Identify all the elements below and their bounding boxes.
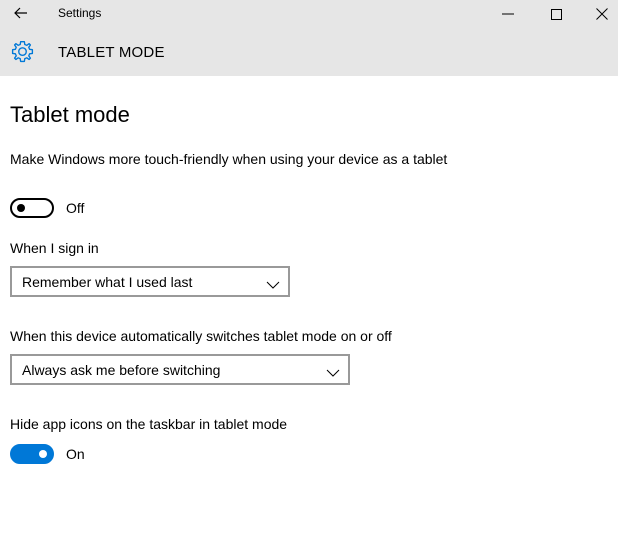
hide-icons-description: Hide app icons on the taskbar in tablet …: [10, 416, 288, 432]
back-arrow-icon[interactable]: [10, 4, 32, 22]
chevron-down-icon: [326, 365, 340, 377]
touch-friendly-toggle-row: Off: [10, 198, 84, 218]
toggle-knob: [17, 204, 25, 212]
auto-switch-selected-value: Always ask me before switching: [22, 361, 221, 378]
touch-friendly-toggle[interactable]: [10, 198, 54, 218]
page-title: Tablet mode: [10, 102, 130, 127]
auto-switch-dropdown[interactable]: Always ask me before switching: [10, 354, 350, 385]
sign-in-dropdown[interactable]: Remember what I used last: [10, 266, 290, 297]
hide-icons-toggle-row: On: [10, 444, 85, 464]
chevron-down-icon: [266, 277, 280, 289]
window-title-bar: Settings: [0, 0, 618, 28]
toggle-knob: [39, 450, 47, 458]
window-title: Settings: [58, 6, 102, 20]
touch-friendly-state-label: Off: [66, 200, 85, 216]
sign-in-label: When I sign in: [10, 240, 99, 256]
auto-switch-label: When this device automatically switches …: [10, 328, 392, 344]
header-title: TABLET MODE: [58, 44, 165, 61]
gear-icon: [10, 40, 35, 65]
maximize-icon[interactable]: [534, 0, 578, 28]
touch-friendly-description: Make Windows more touch-friendly when us…: [10, 151, 448, 167]
hide-icons-toggle[interactable]: [10, 444, 54, 464]
page-header: TABLET MODE: [0, 28, 618, 76]
hide-icons-state-label: On: [66, 446, 85, 462]
close-icon[interactable]: [580, 0, 618, 28]
minimize-icon[interactable]: [486, 0, 530, 28]
sign-in-selected-value: Remember what I used last: [22, 273, 193, 290]
